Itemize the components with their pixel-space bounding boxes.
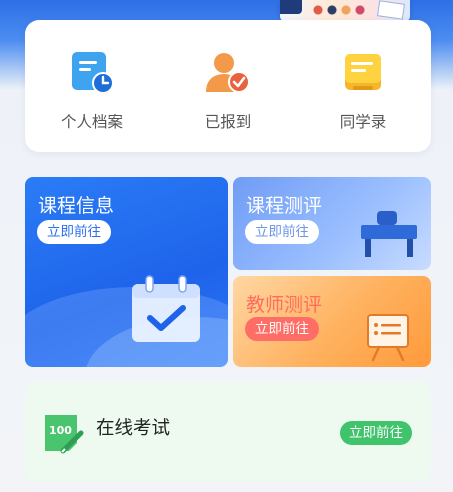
presentation-board-icon (367, 314, 409, 362)
calendar-check-icon (132, 275, 200, 342)
quick-link-classmates[interactable]: 同学录 (308, 48, 418, 132)
tile-title: 教师测评 (246, 294, 323, 316)
checked-in-icon (204, 48, 252, 96)
go-button[interactable]: 立即前往 (245, 317, 319, 341)
quick-link-label: 同学录 (339, 113, 387, 131)
quick-link-checked-in[interactable]: 已报到 (173, 48, 283, 132)
go-button[interactable]: 立即前往 (340, 421, 412, 445)
banner-illustration (280, 0, 410, 22)
go-button[interactable]: 立即前往 (37, 220, 111, 244)
tile-teacher-eval[interactable]: 教师测评 立即前往 (233, 276, 431, 367)
online-exam-card[interactable]: 100 在线考试 立即前往 (25, 381, 431, 482)
svg-text:100: 100 (49, 424, 72, 437)
quick-link-label: 个人档案 (60, 113, 123, 131)
desk-icon (361, 211, 417, 257)
profile-icon (68, 48, 116, 96)
quick-links-card: 个人档案 已报到 同学录 (25, 20, 431, 152)
classmates-icon (339, 48, 387, 96)
quick-link-profile[interactable]: 个人档案 (37, 48, 147, 132)
tile-course-eval[interactable]: 课程测评 立即前往 (233, 177, 431, 270)
exam-title: 在线考试 (96, 418, 171, 439)
score-100-icon: 100 (45, 415, 84, 454)
tile-title: 课程信息 (38, 195, 115, 217)
quick-link-label: 已报到 (204, 113, 252, 131)
go-button[interactable]: 立即前往 (245, 220, 319, 244)
tile-course-info[interactable]: 课程信息 立即前往 (25, 177, 228, 367)
tile-title: 课程测评 (246, 195, 323, 217)
